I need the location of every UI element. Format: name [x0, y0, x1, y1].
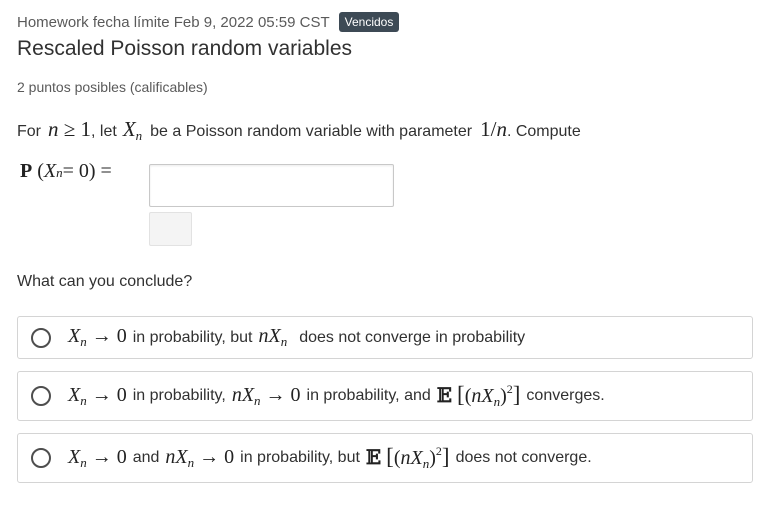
choice-1-text-2: does not converge in probability [299, 328, 526, 346]
choice-2-text-3: converges. [526, 387, 605, 404]
choice-option-2[interactable]: Xn → 0 in probability, nXn → 0 in probab… [17, 371, 753, 421]
choice-option-3[interactable]: Xn → 0 and nXn → 0 in probability, but 𝔼… [17, 433, 753, 483]
prompt-let-text: , let [91, 123, 117, 140]
due-date-text: Homework fecha límite Feb 9, 2022 05:59 … [17, 13, 330, 31]
math-xn-to-0: Xn → 0 [68, 383, 127, 408]
radio-button-icon[interactable] [31, 386, 51, 406]
math-preview-box [149, 212, 192, 246]
choice-1-text-1: in probability, but [132, 328, 253, 346]
math-nxn-to-0: nXn → 0 [165, 445, 235, 470]
probability-expression: P (Xn = 0) = [20, 160, 112, 182]
math-expectation-squared: 𝔼 [(nXn)2] [436, 382, 521, 409]
problem-title: Rescaled Poisson random variables [17, 37, 353, 60]
prompt-end-text: . Compute [506, 123, 581, 140]
answer-input[interactable] [149, 164, 394, 207]
choice-3-text-3: does not converge. [455, 449, 592, 466]
math-one-over-n: 1/n [480, 117, 507, 141]
radio-button-icon[interactable] [31, 448, 51, 468]
status-badge: Vencidos [338, 12, 400, 32]
math-nxn: nXn [258, 325, 288, 349]
math-nxn-to-0: nXn → 0 [231, 383, 301, 408]
choice-3-text-1: and [132, 449, 160, 466]
prompt-for-text: For [17, 123, 41, 140]
problem-header: Homework fecha límite Feb 9, 2022 05:59 … [17, 12, 400, 32]
question-text: What can you conclude? [17, 273, 193, 290]
choice-2-text-2: in probability, and [306, 387, 431, 404]
math-xn: Xn [122, 117, 143, 143]
choice-option-1[interactable]: Xn → 0 in probability, but nXn does not … [17, 316, 753, 359]
math-expectation-squared: 𝔼 [(nXn)2] [365, 444, 450, 471]
prompt-mid-text: be a Poisson random variable with parame… [150, 123, 473, 140]
choice-3-text-2: in probability, but [240, 449, 360, 466]
math-xn-to-0: Xn → 0 [68, 445, 127, 470]
choice-2-text-1: in probability, [132, 387, 226, 404]
problem-prompt: For n ≥ 1 , let Xn be a Poisson random v… [17, 117, 581, 144]
math-n-geq-1: n ≥ 1 [48, 117, 92, 141]
points-text: 2 puntos posibles (calificables) [17, 79, 208, 95]
radio-button-icon[interactable] [31, 327, 51, 348]
math-xn-to-0: Xn → 0 [68, 325, 127, 349]
